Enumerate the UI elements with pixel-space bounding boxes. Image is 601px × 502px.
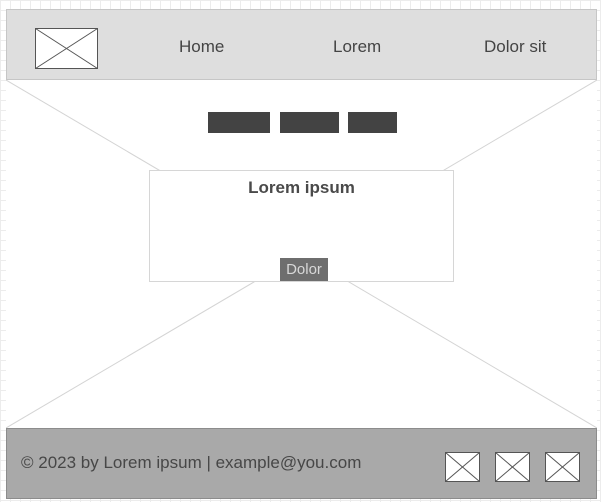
footer-copyright: © 2023 by Lorem ipsum | example@you.com [21, 453, 362, 472]
nav-lorem-link[interactable]: Lorem [333, 37, 381, 57]
site-header: Home Lorem Dolor sit [6, 9, 597, 80]
card-dolor-button[interactable]: Dolor [280, 258, 328, 281]
hero-section: Lorem ipsum Dolor [6, 80, 597, 428]
social-placeholder-icon-2[interactable] [495, 452, 530, 482]
hero-tab-button-3[interactable] [348, 112, 397, 133]
site-footer: © 2023 by Lorem ipsum | example@you.com [6, 428, 597, 499]
nav-home-link[interactable]: Home [179, 37, 224, 57]
card-title: Lorem ipsum [248, 178, 355, 197]
hero-tab-button-1[interactable] [208, 112, 270, 133]
social-placeholder-icon-1[interactable] [445, 452, 480, 482]
hero-card: Lorem ipsum Dolor [149, 170, 454, 282]
logo-placeholder-icon[interactable] [35, 28, 98, 69]
nav-dolor-sit-link[interactable]: Dolor sit [484, 37, 546, 57]
hero-tab-button-2[interactable] [280, 112, 339, 133]
social-placeholder-icon-3[interactable] [545, 452, 580, 482]
